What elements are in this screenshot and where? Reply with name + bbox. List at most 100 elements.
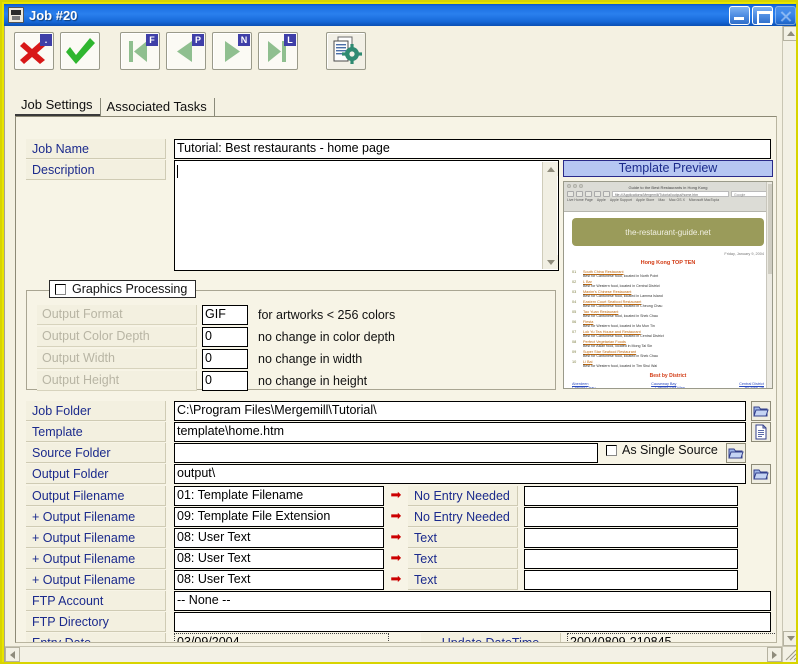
toolbar-key-badge: L (284, 34, 296, 46)
as-single-source-checkbox[interactable] (606, 444, 617, 456)
job-name-input[interactable]: Tutorial: Best restaurants - home page (174, 139, 771, 159)
scroll-right-icon[interactable] (767, 647, 782, 662)
entry-date-value: 03/09/2004 (174, 633, 389, 642)
cancel-button[interactable]: . (14, 32, 54, 70)
output-filename-row: + Output Filename 08: User Text ➡ Text (26, 570, 738, 590)
vertical-scrollbar[interactable] (782, 26, 796, 646)
output-filename-type: Text (408, 570, 518, 590)
output-filename-source[interactable]: 01: Template Filename (174, 486, 384, 506)
output-height-row: Output Height 0 no change in height (37, 371, 367, 391)
next-record-button[interactable]: N (212, 32, 252, 70)
update-datetime-label: Update DateTime (421, 633, 561, 642)
output-format-note: for artworks < 256 colors (258, 308, 396, 322)
output-filename-value[interactable] (524, 549, 738, 569)
as-single-source-label: As Single Source (622, 443, 718, 457)
output-filename-source[interactable]: 08: User Text (174, 549, 384, 569)
template-preview-header[interactable]: Template Preview (563, 160, 773, 177)
output-filename-type: No Entry Needed (408, 486, 518, 506)
resize-grip-icon (785, 649, 796, 661)
previous-record-button[interactable]: P (166, 32, 206, 70)
output-color-depth-input[interactable]: 0 (202, 327, 248, 347)
preview-scrollbar (766, 182, 772, 388)
job-settings-button[interactable] (326, 32, 366, 70)
output-width-row: Output Width 0 no change in width (37, 349, 362, 369)
scroll-left-icon[interactable] (5, 647, 20, 662)
window-title: Job #20 (29, 7, 78, 23)
output-color-depth-row: Output Color Depth 0 no change in color … (37, 327, 395, 347)
graphics-processing-checkbox[interactable] (55, 283, 66, 295)
preview-list-item: 07 Lok Yu Tea House and Restaurant Best f… (572, 330, 664, 338)
output-filename-source[interactable]: 09: Template File Extension (174, 507, 384, 527)
file-icon (755, 424, 767, 440)
preview-list-item: 04 Eastern Court Seafood Restaurant Best … (572, 300, 663, 308)
red-right-arrow-icon: ➡ (390, 571, 402, 586)
preview-list-item: 05 Tao Yuan Restaurant Best for Cantonese… (572, 310, 658, 318)
ftp-account-row: FTP Account -- None -- (26, 591, 771, 611)
description-scrollbar[interactable] (542, 162, 558, 269)
output-filename-label: + Output Filename (26, 549, 166, 569)
text-caret (177, 165, 178, 179)
output-filename-source[interactable]: 08: User Text (174, 570, 384, 590)
last-record-button[interactable]: L (258, 32, 298, 70)
job-folder-input[interactable]: C:\Program Files\Mergemill\Tutorial\ (174, 401, 746, 421)
output-filename-value[interactable] (524, 570, 738, 590)
template-row: Template template\home.htm (26, 422, 771, 442)
description-textarea[interactable] (174, 160, 559, 271)
preview-list-item: 02 L Bar Best for Western food, located i… (572, 280, 660, 288)
close-button[interactable] (775, 5, 796, 25)
first-record-button[interactable]: F (120, 32, 160, 70)
job-folder-label: Job Folder (26, 401, 166, 421)
client-area: . F P N L Job Settings Associated Tasks … (4, 26, 796, 662)
job-folder-browse-button[interactable] (751, 401, 771, 421)
output-height-input[interactable]: 0 (202, 371, 248, 391)
output-filename-value[interactable] (524, 507, 738, 527)
description-label: Description (26, 160, 166, 180)
entry-date-label: Entry Date (26, 633, 166, 642)
output-filename-type: Text (408, 549, 518, 569)
output-filename-label: + Output Filename (26, 507, 166, 527)
tab-associated-tasks[interactable]: Associated Tasks (99, 98, 215, 116)
ftp-directory-label: FTP Directory (26, 612, 166, 632)
update-datetime-value: 20040809-210845 (567, 633, 776, 642)
output-filename-value[interactable] (524, 528, 738, 548)
scroll-up-icon[interactable] (543, 162, 558, 176)
toolbar-key-badge: P (192, 34, 204, 46)
confirm-button[interactable] (60, 32, 100, 70)
output-folder-row: Output Folder output\ (26, 464, 771, 484)
output-folder-browse-button[interactable] (751, 464, 771, 484)
resize-grip[interactable] (782, 646, 796, 662)
tab-job-settings[interactable]: Job Settings (15, 96, 100, 116)
output-height-label: Output Height (37, 371, 197, 391)
graphics-processing-toggle[interactable]: Graphics Processing (49, 280, 197, 298)
ftp-directory-input[interactable] (174, 612, 771, 632)
output-filename-row: + Output Filename 08: User Text ➡ Text (26, 528, 738, 548)
folder-icon (753, 469, 769, 480)
output-filename-source[interactable]: 08: User Text (174, 528, 384, 548)
preview-scrollbar-thumb (768, 184, 772, 274)
scroll-down-icon[interactable] (543, 255, 558, 269)
source-folder-browse-button[interactable] (725, 443, 746, 463)
output-filename-label: + Output Filename (26, 528, 166, 548)
output-width-input[interactable]: 0 (202, 349, 248, 369)
scroll-up-icon[interactable] (783, 26, 796, 41)
ftp-account-input[interactable]: -- None -- (174, 591, 771, 611)
preview-address-bar: file:///Applications/Mergemill/Tutorial/… (567, 191, 769, 197)
output-color-depth-label: Output Color Depth (37, 327, 197, 347)
minimize-button[interactable] (729, 5, 750, 25)
output-format-input[interactable]: GIF (202, 305, 248, 325)
template-browse-button[interactable] (751, 422, 771, 442)
maximize-button[interactable] (752, 5, 773, 25)
output-width-note: no change in width (258, 352, 363, 366)
output-folder-input[interactable]: output\ (174, 464, 746, 484)
horizontal-scrollbar[interactable] (5, 646, 782, 662)
output-filename-value[interactable] (524, 486, 738, 506)
preview-search-box: Google (731, 191, 769, 197)
as-single-source-toggle[interactable]: As Single Source (606, 443, 718, 457)
output-filename-label: Output Filename (26, 486, 166, 506)
output-height-note: no change in height (258, 374, 368, 388)
preview-page-date: Friday, January 9, 2004 (724, 252, 764, 256)
scroll-down-icon[interactable] (783, 631, 796, 646)
preview-site-banner: the-restaurant-guide.net (572, 218, 764, 246)
template-input[interactable]: template\home.htm (174, 422, 746, 442)
source-folder-input[interactable] (174, 443, 598, 463)
